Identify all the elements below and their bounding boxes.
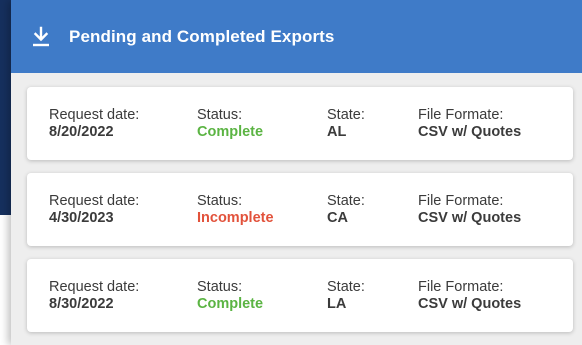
state-value: CA <box>327 210 348 226</box>
status-column: Status: Complete <box>197 107 263 141</box>
file-format-column: File Formate: CSV w/ Quotes <box>418 107 521 141</box>
panel-title: Pending and Completed Exports <box>69 26 335 46</box>
file-format-value: CSV w/ Quotes <box>418 210 522 226</box>
state-column: State: AL <box>327 107 365 141</box>
status-label: Status: <box>197 279 243 295</box>
state-label: State: <box>327 193 365 209</box>
state-label: State: <box>327 279 365 295</box>
panel-header: Pending and Completed Exports <box>11 0 582 73</box>
status-column: Status: Incomplete <box>197 193 274 227</box>
state-column: State: LA <box>327 279 365 313</box>
export-card[interactable]: Request date: 4/30/2023 Status: Incomple… <box>27 173 573 246</box>
file-format-value: CSV w/ Quotes <box>418 124 522 140</box>
request-date-value: 8/20/2022 <box>49 124 114 140</box>
request-date-value: 8/30/2022 <box>49 296 114 312</box>
request-date-column: Request date: 4/30/2023 <box>49 193 139 227</box>
request-date-label: Request date: <box>49 279 140 295</box>
download-icon <box>29 25 53 49</box>
state-value: LA <box>327 296 347 312</box>
export-card[interactable]: Request date: 8/20/2022 Status: Complete… <box>27 87 573 160</box>
request-date-label: Request date: <box>49 193 140 209</box>
file-format-column: File Formate: CSV w/ Quotes <box>418 193 521 227</box>
status-label: Status: <box>197 193 243 209</box>
file-format-value: CSV w/ Quotes <box>418 296 522 312</box>
export-card[interactable]: Request date: 8/30/2022 Status: Complete… <box>27 259 573 332</box>
request-date-column: Request date: 8/20/2022 <box>49 107 139 141</box>
file-format-label: File Formate: <box>418 107 504 123</box>
status-value: Complete <box>197 296 264 312</box>
file-format-label: File Formate: <box>418 279 504 295</box>
state-value: AL <box>327 124 347 140</box>
state-column: State: CA <box>327 193 365 227</box>
status-value: Complete <box>197 124 264 140</box>
request-date-label: Request date: <box>49 107 140 123</box>
file-format-label: File Formate: <box>418 193 504 209</box>
file-format-column: File Formate: CSV w/ Quotes <box>418 279 521 313</box>
exports-panel: Pending and Completed Exports Request da… <box>11 0 582 345</box>
status-label: Status: <box>197 107 243 123</box>
state-label: State: <box>327 107 365 123</box>
request-date-value: 4/30/2023 <box>49 210 114 226</box>
status-value: Incomplete <box>197 210 274 226</box>
exports-list: Request date: 8/20/2022 Status: Complete… <box>11 73 582 332</box>
request-date-column: Request date: 8/30/2022 <box>49 279 139 313</box>
status-column: Status: Complete <box>197 279 263 313</box>
